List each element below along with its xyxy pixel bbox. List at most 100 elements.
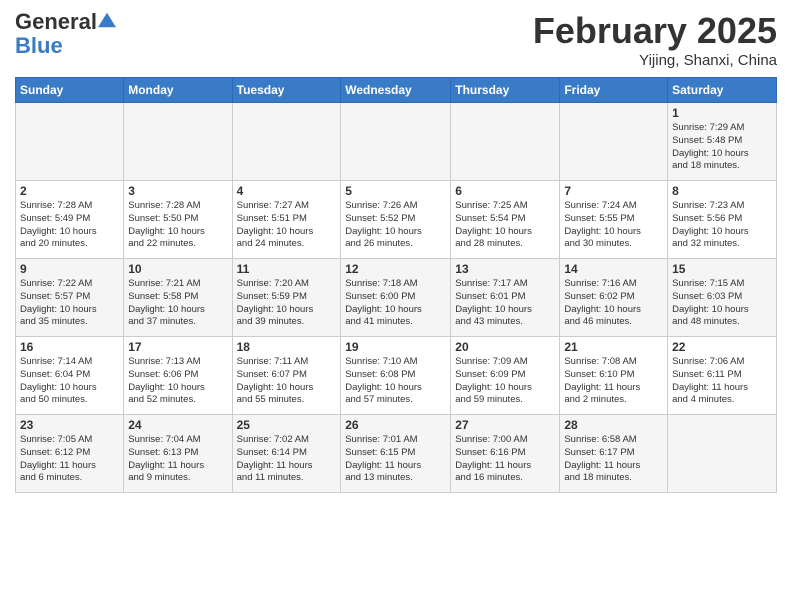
day-number: 8 [672,184,772,198]
logo-icon [98,11,116,29]
main-title: February 2025 [533,10,777,52]
day-info: Sunrise: 7:25 AM Sunset: 5:54 PM Dayligh… [455,200,555,251]
day-number: 18 [237,340,337,354]
day-cell: 15 Sunrise: 7:15 AM Sunset: 6:03 PM Dayli… [668,259,777,337]
day-cell [124,103,232,181]
week-row-1: 2 Sunrise: 7:28 AM Sunset: 5:49 PM Daylig… [16,181,777,259]
day-info: Sunrise: 7:16 AM Sunset: 6:02 PM Dayligh… [564,278,663,329]
day-info: Sunrise: 7:04 AM Sunset: 6:13 PM Dayligh… [128,434,227,485]
day-cell [451,103,560,181]
day-number: 27 [455,418,555,432]
day-info: Sunrise: 7:06 AM Sunset: 6:11 PM Dayligh… [672,356,772,407]
header-row: Sunday Monday Tuesday Wednesday Thursday… [16,78,777,103]
day-info: Sunrise: 7:20 AM Sunset: 5:59 PM Dayligh… [237,278,337,329]
header-saturday: Saturday [668,78,777,103]
day-cell: 3 Sunrise: 7:28 AM Sunset: 5:50 PM Daylig… [124,181,232,259]
day-number: 4 [237,184,337,198]
header-wednesday: Wednesday [341,78,451,103]
day-cell: 22 Sunrise: 7:06 AM Sunset: 6:11 PM Dayli… [668,337,777,415]
header: General Blue February 2025 Yijing, Shanx… [15,10,777,69]
day-cell: 26 Sunrise: 7:01 AM Sunset: 6:15 PM Dayli… [341,415,451,493]
day-cell: 14 Sunrise: 7:16 AM Sunset: 6:02 PM Dayli… [560,259,668,337]
day-info: Sunrise: 7:27 AM Sunset: 5:51 PM Dayligh… [237,200,337,251]
day-info: Sunrise: 7:17 AM Sunset: 6:01 PM Dayligh… [455,278,555,329]
day-number: 15 [672,262,772,276]
day-number: 21 [564,340,663,354]
header-friday: Friday [560,78,668,103]
day-number: 26 [345,418,446,432]
title-block: February 2025 Yijing, Shanxi, China [533,10,777,69]
logo: General Blue [15,10,116,58]
day-cell: 28Sunrise: 6:58 AM Sunset: 6:17 PM Dayli… [560,415,668,493]
day-info: Sunrise: 7:08 AM Sunset: 6:10 PM Dayligh… [564,356,663,407]
day-cell: 23Sunrise: 7:05 AM Sunset: 6:12 PM Dayli… [16,415,124,493]
day-number: 9 [20,262,119,276]
day-cell: 1 Sunrise: 7:29 AM Sunset: 5:48 PM Daylig… [668,103,777,181]
day-cell [560,103,668,181]
day-info: Sunrise: 7:05 AM Sunset: 6:12 PM Dayligh… [20,434,119,485]
day-number: 10 [128,262,227,276]
day-cell: 12Sunrise: 7:18 AM Sunset: 6:00 PM Dayli… [341,259,451,337]
day-cell: 25 Sunrise: 7:02 AM Sunset: 6:14 PM Dayli… [232,415,341,493]
calendar-body: 1 Sunrise: 7:29 AM Sunset: 5:48 PM Daylig… [16,103,777,493]
day-info: Sunrise: 7:18 AM Sunset: 6:00 PM Dayligh… [345,278,446,329]
day-info: Sunrise: 7:02 AM Sunset: 6:14 PM Dayligh… [237,434,337,485]
week-row-2: 9 Sunrise: 7:22 AM Sunset: 5:57 PM Daylig… [16,259,777,337]
day-info: Sunrise: 7:28 AM Sunset: 5:50 PM Dayligh… [128,200,227,251]
day-cell: 17Sunrise: 7:13 AM Sunset: 6:06 PM Dayli… [124,337,232,415]
day-info: Sunrise: 7:15 AM Sunset: 6:03 PM Dayligh… [672,278,772,329]
day-cell: 6 Sunrise: 7:25 AM Sunset: 5:54 PM Daylig… [451,181,560,259]
day-cell: 21 Sunrise: 7:08 AM Sunset: 6:10 PM Dayli… [560,337,668,415]
day-number: 3 [128,184,227,198]
day-info: Sunrise: 7:00 AM Sunset: 6:16 PM Dayligh… [455,434,555,485]
day-number: 2 [20,184,119,198]
logo-text: General Blue [15,10,116,58]
header-monday: Monday [124,78,232,103]
day-info: Sunrise: 7:09 AM Sunset: 6:09 PM Dayligh… [455,356,555,407]
day-number: 28 [564,418,663,432]
week-row-0: 1 Sunrise: 7:29 AM Sunset: 5:48 PM Daylig… [16,103,777,181]
day-number: 22 [672,340,772,354]
day-cell [341,103,451,181]
header-sunday: Sunday [16,78,124,103]
day-cell: 18 Sunrise: 7:11 AM Sunset: 6:07 PM Dayli… [232,337,341,415]
day-number: 20 [455,340,555,354]
day-number: 1 [672,106,772,120]
day-cell [668,415,777,493]
day-cell: 2 Sunrise: 7:28 AM Sunset: 5:49 PM Daylig… [16,181,124,259]
day-info: Sunrise: 7:01 AM Sunset: 6:15 PM Dayligh… [345,434,446,485]
calendar-container: General Blue February 2025 Yijing, Shanx… [0,0,792,498]
day-number: 7 [564,184,663,198]
day-cell: 11 Sunrise: 7:20 AM Sunset: 5:59 PM Dayli… [232,259,341,337]
day-number: 11 [237,262,337,276]
day-cell [232,103,341,181]
day-info: Sunrise: 7:11 AM Sunset: 6:07 PM Dayligh… [237,356,337,407]
header-tuesday: Tuesday [232,78,341,103]
day-info: Sunrise: 7:21 AM Sunset: 5:58 PM Dayligh… [128,278,227,329]
day-info: Sunrise: 7:29 AM Sunset: 5:48 PM Dayligh… [672,122,772,173]
header-thursday: Thursday [451,78,560,103]
day-cell: 24Sunrise: 7:04 AM Sunset: 6:13 PM Dayli… [124,415,232,493]
day-number: 17 [128,340,227,354]
day-info: Sunrise: 7:28 AM Sunset: 5:49 PM Dayligh… [20,200,119,251]
day-cell: 10 Sunrise: 7:21 AM Sunset: 5:58 PM Dayli… [124,259,232,337]
day-cell: 19 Sunrise: 7:10 AM Sunset: 6:08 PM Dayli… [341,337,451,415]
day-cell: 27 Sunrise: 7:00 AM Sunset: 6:16 PM Dayli… [451,415,560,493]
day-info: Sunrise: 7:10 AM Sunset: 6:08 PM Dayligh… [345,356,446,407]
day-cell [16,103,124,181]
day-number: 16 [20,340,119,354]
day-cell: 20 Sunrise: 7:09 AM Sunset: 6:09 PM Dayli… [451,337,560,415]
day-number: 13 [455,262,555,276]
day-number: 5 [345,184,446,198]
day-info: Sunrise: 7:22 AM Sunset: 5:57 PM Dayligh… [20,278,119,329]
day-number: 19 [345,340,446,354]
day-cell: 4 Sunrise: 7:27 AM Sunset: 5:51 PM Daylig… [232,181,341,259]
day-number: 14 [564,262,663,276]
day-info: Sunrise: 7:14 AM Sunset: 6:04 PM Dayligh… [20,356,119,407]
day-number: 25 [237,418,337,432]
day-number: 6 [455,184,555,198]
day-info: Sunrise: 7:23 AM Sunset: 5:56 PM Dayligh… [672,200,772,251]
day-cell: 8 Sunrise: 7:23 AM Sunset: 5:56 PM Daylig… [668,181,777,259]
week-row-3: 16 Sunrise: 7:14 AM Sunset: 6:04 PM Dayli… [16,337,777,415]
week-row-4: 23Sunrise: 7:05 AM Sunset: 6:12 PM Dayli… [16,415,777,493]
